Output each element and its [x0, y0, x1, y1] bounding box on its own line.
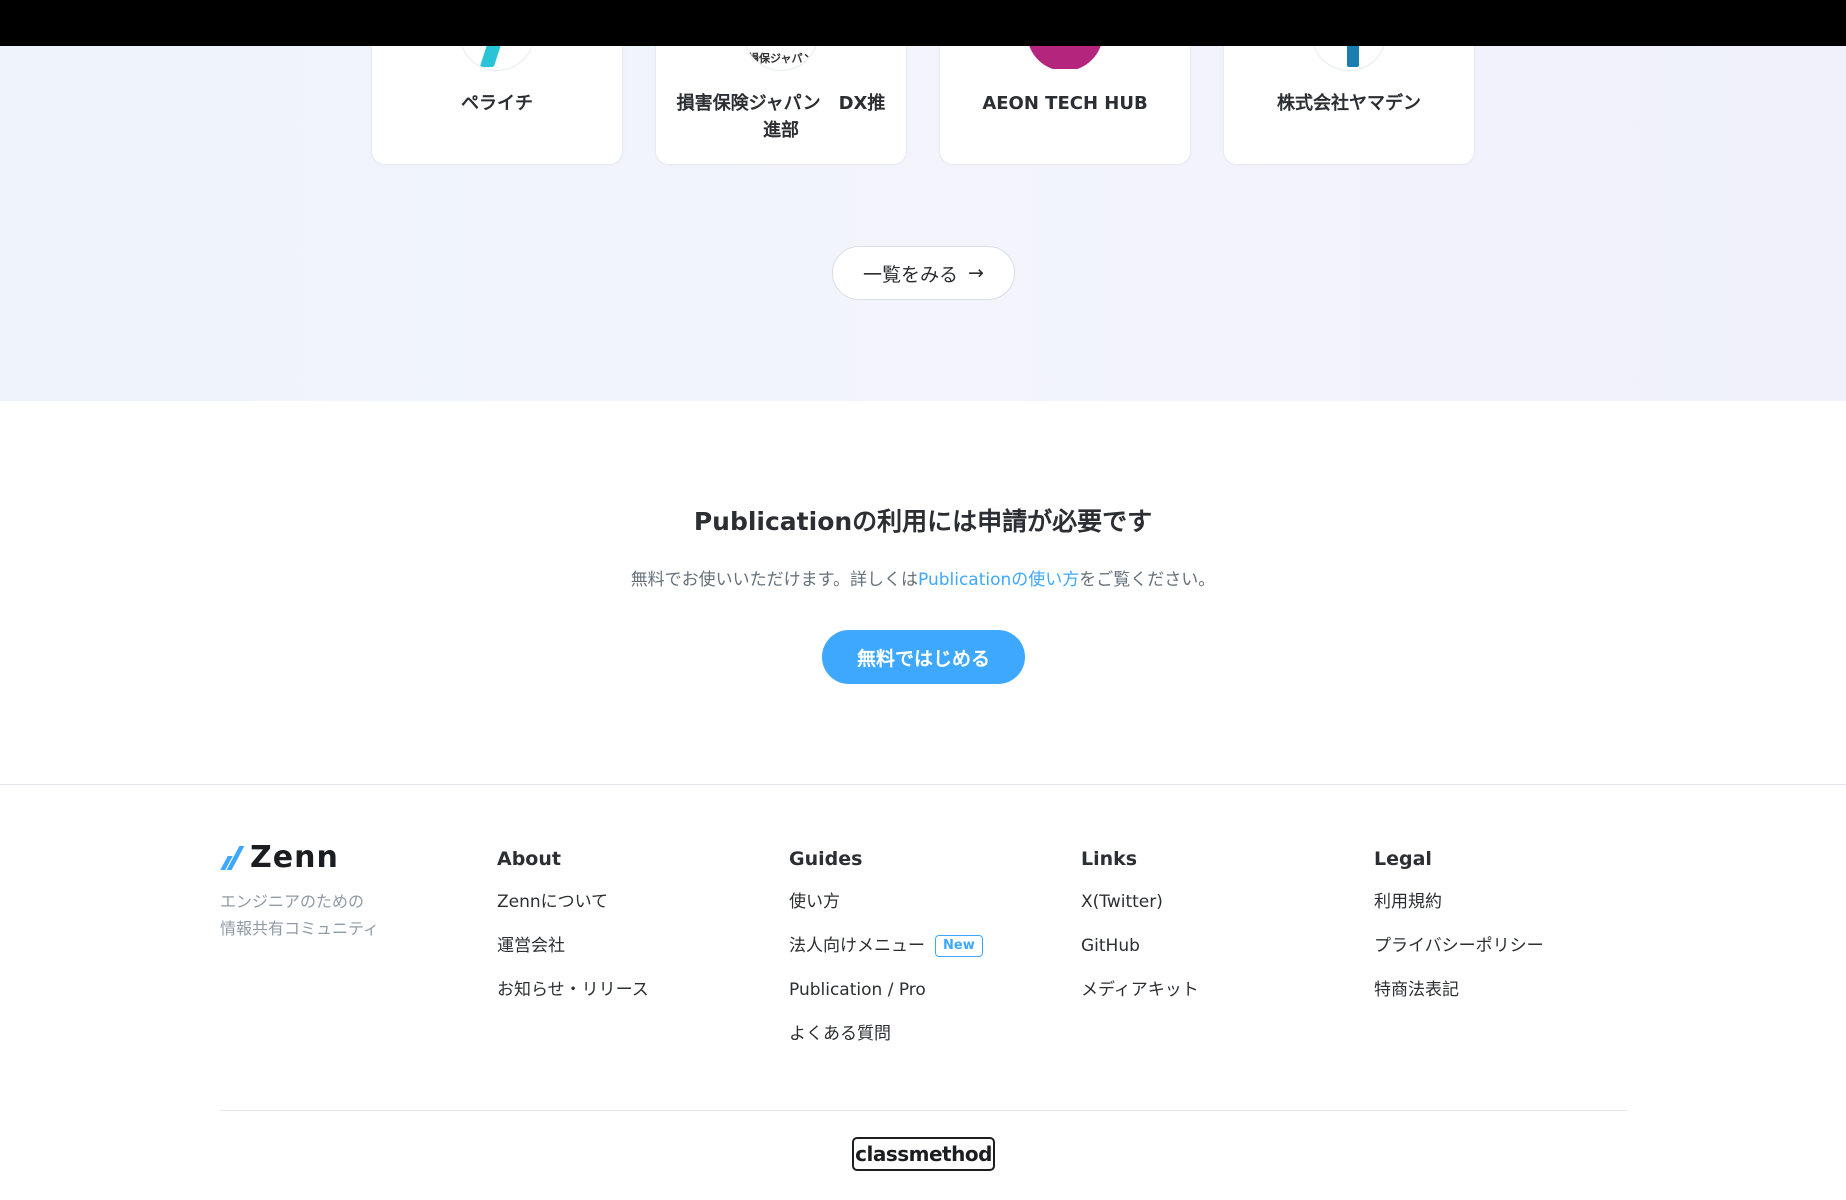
start-free-button[interactable]: 無料ではじめる [822, 630, 1025, 684]
publication-name: 株式会社ヤマデン [1277, 93, 1421, 114]
footer-link-business[interactable]: 法人向けメニュー New [789, 935, 983, 957]
footer-link-news[interactable]: お知らせ・リリース [497, 979, 649, 1001]
cta-desc-after: をご覧ください。 [1079, 570, 1216, 590]
footer-link-twitter[interactable]: X(Twitter) [1081, 891, 1199, 913]
footer-link-publication-pro[interactable]: Publication / Pro [789, 979, 983, 1001]
view-all-button[interactable]: 一覧をみる → [832, 246, 1015, 300]
publication-name: ペライチ [461, 93, 533, 114]
publication-name: 損害保険ジャパン DX推進部 [676, 93, 886, 141]
footer-link-tokusho[interactable]: 特商法表記 [1374, 979, 1544, 1001]
footer-col-about: About Zennについて 運営会社 お知らせ・リリース [497, 847, 649, 1023]
brand-name: Zenn [250, 840, 339, 875]
footer-bottom-divider [220, 1110, 1627, 1111]
footer-link-company[interactable]: 運営会社 [497, 935, 649, 957]
footer-link-faq[interactable]: よくある質問 [789, 1023, 983, 1045]
zenn-logo[interactable]: Zenn [220, 842, 400, 874]
footer-link-about-zenn[interactable]: Zennについて [497, 891, 649, 913]
publication-guide-link[interactable]: Publicationの使い方 [918, 570, 1079, 590]
arrow-right-icon: → [968, 262, 984, 284]
view-all-label: 一覧をみる [863, 263, 959, 286]
footer-link-terms[interactable]: 利用規約 [1374, 891, 1544, 913]
footer-link-howto[interactable]: 使い方 [789, 891, 983, 913]
footer-col-legal: Legal 利用規約 プライバシーポリシー 特商法表記 [1374, 847, 1544, 1023]
footer-link-github[interactable]: GitHub [1081, 935, 1199, 957]
publication-name: AEON TECH HUB [982, 93, 1148, 114]
cta-desc-before: 無料でお使いいただけます。詳しくは [630, 570, 918, 590]
footer-link-media-kit[interactable]: メディアキット [1081, 979, 1199, 1001]
footer-col-links: Links X(Twitter) GitHub メディアキット [1081, 847, 1199, 1023]
footer-col-guides: Guides 使い方 法人向けメニュー New Publication / Pr… [789, 847, 983, 1067]
footer-link-privacy[interactable]: プライバシーポリシー [1374, 935, 1544, 957]
col-heading: Guides [789, 848, 863, 870]
col-heading: Legal [1374, 848, 1432, 870]
footer-divider [0, 784, 1846, 785]
top-black-bar [0, 0, 1846, 46]
cta-description: 無料でお使いいただけます。詳しくはPublicationの使い方をご覧ください。 [0, 565, 1846, 590]
new-badge: New [935, 935, 983, 957]
footer-link-business-label: 法人向けメニュー [789, 936, 925, 956]
cta-title: Publicationの利用には申請が必要です [693, 507, 1153, 536]
sompo-logo-text: 損保ジャパン [748, 52, 814, 65]
col-heading: About [497, 848, 561, 870]
zenn-mark-icon [220, 846, 244, 870]
col-heading: Links [1081, 848, 1138, 870]
publications-section: ペライチ 損保ジャパン 損害保険ジャパン DX推進部 AEON TECH HUB… [0, 0, 1846, 401]
brand-tagline: エンジニアのための 情報共有コミュニティ [220, 892, 380, 938]
classmethod-logo[interactable]: classmethod [852, 1137, 995, 1171]
footer-brand: Zenn エンジニアのための 情報共有コミュニティ [220, 842, 400, 942]
